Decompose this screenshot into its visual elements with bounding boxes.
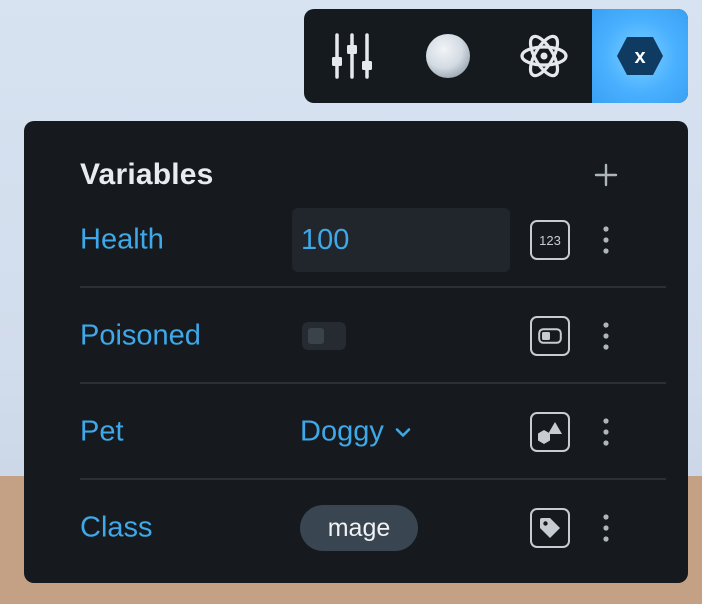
more-vertical-icon: [603, 322, 609, 350]
variable-name: Pet: [80, 415, 124, 448]
editor-toolbar: x: [304, 9, 688, 103]
variable-row-poisoned: Poisoned: [80, 286, 666, 384]
variable-type-button[interactable]: 123: [530, 220, 570, 260]
toggle-knob: [308, 328, 324, 344]
boolean-toggle[interactable]: [302, 322, 346, 350]
add-variable-button[interactable]: [590, 157, 622, 193]
variable-type-button[interactable]: [530, 508, 570, 548]
variable-more-button[interactable]: [596, 316, 616, 356]
panel-title: Variables: [80, 158, 214, 191]
variables-button[interactable]: x: [592, 9, 688, 103]
sphere-button[interactable]: [400, 9, 496, 103]
enum-dropdown[interactable]: Doggy: [300, 416, 412, 449]
variable-row-class: Class mage: [80, 478, 666, 576]
atom-icon: [520, 34, 568, 78]
variable-more-button[interactable]: [596, 412, 616, 452]
variable-name: Health: [80, 223, 164, 256]
svg-text:123: 123: [539, 233, 561, 248]
tag-chip[interactable]: mage: [300, 505, 418, 551]
atom-button[interactable]: [496, 9, 592, 103]
variable-x-icon: x: [617, 37, 663, 75]
more-vertical-icon: [603, 226, 609, 254]
plus-icon: [594, 163, 618, 187]
sliders-icon: [332, 33, 372, 79]
more-vertical-icon: [603, 418, 609, 446]
variable-more-button[interactable]: [596, 220, 616, 260]
boolean-type-icon: [538, 328, 562, 344]
variable-row-pet: Pet Doggy: [80, 382, 666, 480]
chevron-down-icon: [395, 427, 411, 437]
svg-text:x: x: [634, 46, 645, 68]
tag-type-icon: [540, 518, 560, 538]
variable-row-health: Health 100 123: [80, 192, 666, 288]
dropdown-value: Doggy: [300, 415, 384, 448]
sliders-button[interactable]: [304, 9, 400, 103]
number-type-icon: 123: [539, 233, 561, 248]
variable-more-button[interactable]: [596, 508, 616, 548]
enum-type-icon: [538, 422, 562, 444]
variables-panel: Variables Health 100 123 Poisoned Pet Do…: [24, 121, 688, 583]
variable-type-button[interactable]: [530, 412, 570, 452]
sphere-icon: [426, 34, 470, 78]
number-input[interactable]: 100: [292, 208, 510, 272]
variable-type-button[interactable]: [530, 316, 570, 356]
more-vertical-icon: [603, 514, 609, 542]
variable-name: Class: [80, 511, 153, 544]
variable-name: Poisoned: [80, 319, 201, 352]
